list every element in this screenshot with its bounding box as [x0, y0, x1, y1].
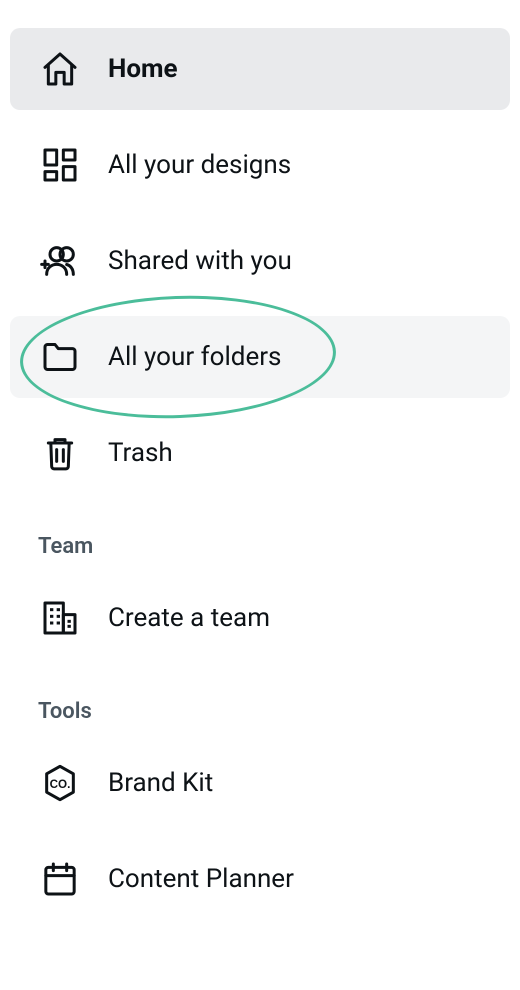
grid-icon [40, 145, 80, 185]
sidebar-item-create-team[interactable]: Create a team [10, 577, 510, 659]
calendar-icon [40, 859, 80, 899]
company-badge-icon: CO. [40, 763, 80, 803]
sidebar-item-brand-kit[interactable]: CO. Brand Kit [10, 742, 510, 824]
sidebar-item-label: All your designs [108, 150, 291, 180]
sidebar-item-label: Home [108, 54, 178, 84]
trash-icon [40, 433, 80, 473]
svg-text:CO.: CO. [50, 778, 71, 791]
group-header-team: Team [10, 528, 510, 577]
sidebar-primary-group: Home All your designs Shared with you [10, 28, 510, 494]
sidebar-item-label: All your folders [108, 342, 281, 372]
sidebar-tools-group: Tools CO. Brand Kit Content Planner [10, 693, 510, 920]
group-header-tools: Tools [10, 693, 510, 742]
sidebar-item-home[interactable]: Home [10, 28, 510, 110]
folder-icon [40, 337, 80, 377]
sidebar-item-all-folders[interactable]: All your folders [10, 316, 510, 398]
buildings-icon [40, 598, 80, 638]
home-icon [40, 49, 80, 89]
sidebar-item-label: Shared with you [108, 246, 292, 276]
sidebar-item-content-planner[interactable]: Content Planner [10, 838, 510, 920]
sidebar-item-label: Trash [108, 438, 173, 468]
sidebar-item-label: Content Planner [108, 864, 294, 894]
sidebar-item-label: Create a team [108, 603, 270, 633]
people-plus-icon [40, 241, 80, 281]
sidebar-item-all-designs[interactable]: All your designs [10, 124, 510, 206]
sidebar-team-group: Team Create a team [10, 528, 510, 659]
sidebar-item-shared[interactable]: Shared with you [10, 220, 510, 302]
sidebar-item-trash[interactable]: Trash [10, 412, 510, 494]
sidebar-item-label: Brand Kit [108, 768, 213, 798]
